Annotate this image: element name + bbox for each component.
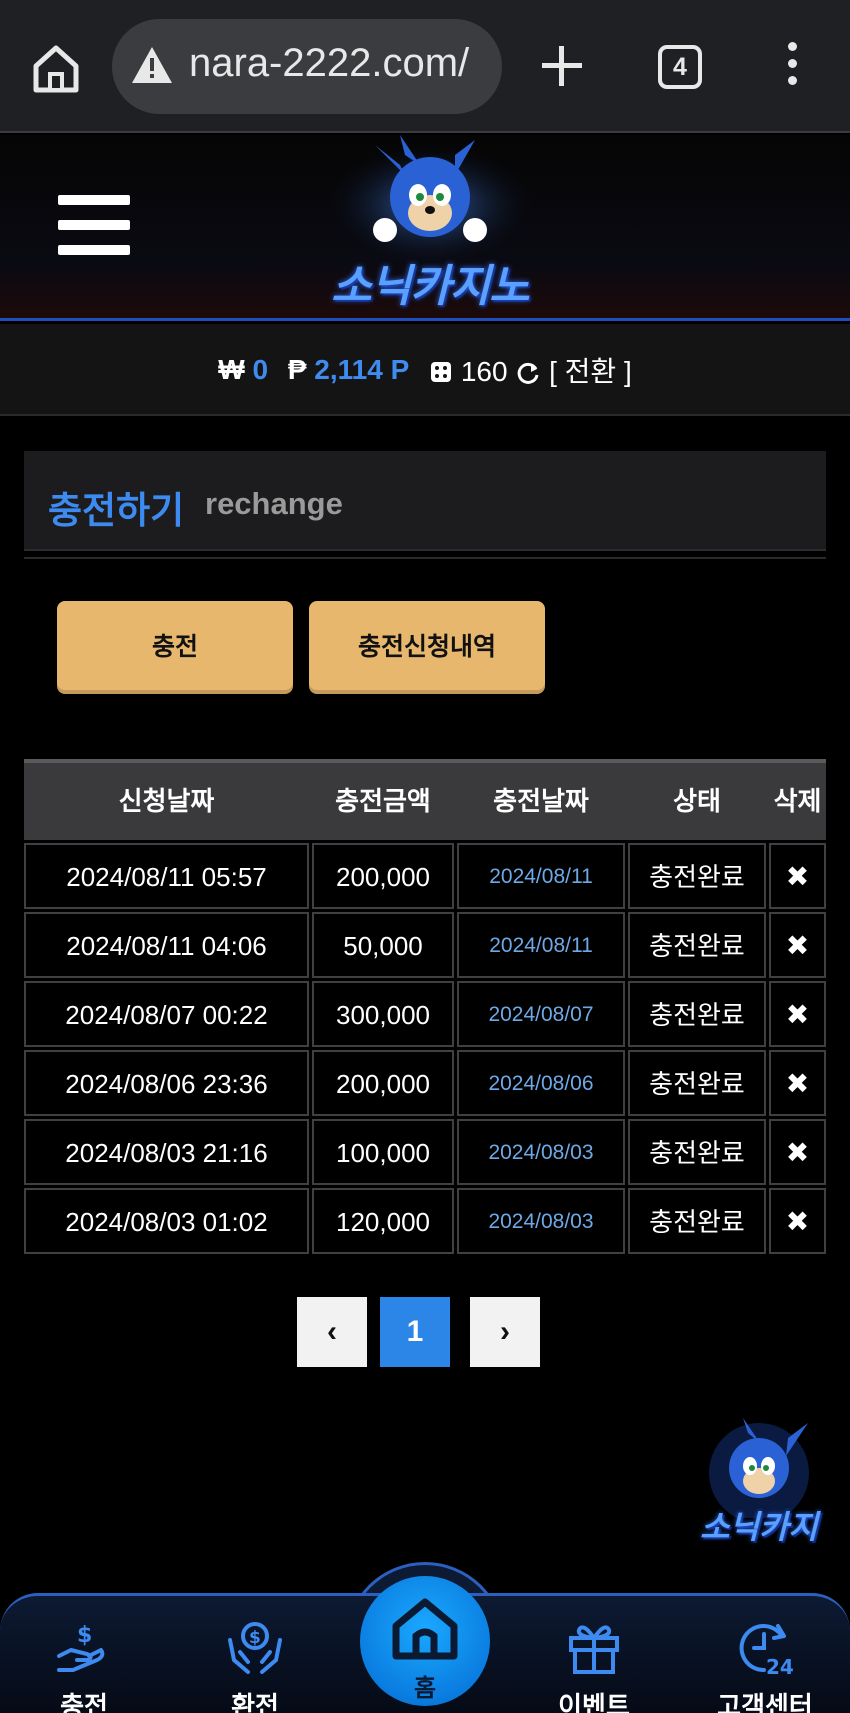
floating-logo-text: 소닉카지 <box>700 1509 818 1545</box>
nav-home[interactable]: 홈 <box>360 1576 490 1706</box>
header-charge-date: 충전날짜 <box>493 786 589 816</box>
cell-status: 충전완료 <box>628 912 766 978</box>
cell-charge-date: 2024/08/11 <box>457 843 625 909</box>
header-amount: 충전금액 <box>335 786 431 816</box>
site-header: 소닉카지노 <box>0 135 850 321</box>
new-tab-icon[interactable] <box>540 44 584 88</box>
delete-icon[interactable]: ✖ <box>769 843 826 909</box>
charge-history-table: 신청날짜 충전금액 충전날짜 상태 삭제 2024/08/11 05:57 20… <box>24 759 826 1254</box>
table-row: 2024/08/03 21:16 100,000 2024/08/03 충전완료… <box>24 1116 826 1185</box>
cell-request-date: 2024/08/11 04:06 <box>24 912 309 978</box>
cell-request-date: 2024/08/03 21:16 <box>24 1119 309 1185</box>
cell-amount: 200,000 <box>312 843 454 909</box>
won-value: 0 <box>252 354 269 385</box>
table-row: 2024/08/11 04:06 50,000 2024/08/11 충전완료 … <box>24 909 826 978</box>
table-header: 신청날짜 충전금액 충전날짜 상태 삭제 <box>24 759 826 840</box>
hands-money-icon: $ <box>228 1622 282 1674</box>
nav-support[interactable]: 24 고객센터 <box>695 1616 835 1713</box>
floating-logo-button[interactable]: 소닉카지 <box>688 1418 830 1558</box>
browser-toolbar: nara-2222.com/ 4 <box>0 0 850 133</box>
delete-icon[interactable]: ✖ <box>769 981 826 1047</box>
charge-history-button[interactable]: 충전신청내역 <box>309 601 545 694</box>
point-value: 2,114 P <box>314 354 410 385</box>
prev-page-button[interactable]: ‹ <box>297 1297 367 1367</box>
address-bar[interactable]: nara-2222.com/ <box>112 19 502 114</box>
cell-amount: 300,000 <box>312 981 454 1047</box>
header-delete: 삭제 <box>773 786 822 816</box>
svg-text:$: $ <box>249 1628 261 1648</box>
svg-text:$: $ <box>77 1623 92 1648</box>
nav-event[interactable]: 이벤트 <box>524 1616 664 1713</box>
table-row: 2024/08/03 01:02 120,000 2024/08/03 충전완료… <box>24 1185 826 1254</box>
cell-status: 충전완료 <box>628 981 766 1047</box>
cell-charge-date: 2024/08/03 <box>457 1119 625 1185</box>
cell-status: 충전완료 <box>628 1050 766 1116</box>
cell-status: 충전완료 <box>628 843 766 909</box>
divider <box>24 557 826 559</box>
cell-charge-date: 2024/08/03 <box>457 1188 625 1254</box>
charge-button[interactable]: 충전 <box>57 601 293 694</box>
cell-request-date: 2024/08/07 00:22 <box>24 981 309 1047</box>
cell-charge-date: 2024/08/07 <box>457 981 625 1047</box>
support-24-icon: 24 <box>739 1624 794 1678</box>
nav-home-label: 홈 <box>413 1675 437 1702</box>
table-row: 2024/08/06 23:36 200,000 2024/08/06 충전완료… <box>24 1047 826 1116</box>
convert-button[interactable]: [ 전환 ] <box>549 356 632 387</box>
hamburger-menu-icon[interactable] <box>58 195 130 257</box>
warning-icon[interactable] <box>130 45 174 85</box>
nav-event-label: 이벤트 <box>558 1691 630 1713</box>
cell-status: 충전완료 <box>628 1188 766 1254</box>
refresh-icon[interactable] <box>515 360 541 386</box>
dice-icon <box>431 362 452 382</box>
chip-balance: 160 [ 전환 ] <box>429 350 632 390</box>
point-symbol: ₱ <box>287 354 307 385</box>
cell-request-date: 2024/08/06 23:36 <box>24 1050 309 1116</box>
cell-status: 충전완료 <box>628 1119 766 1185</box>
delete-icon[interactable]: ✖ <box>769 1119 826 1185</box>
table-row: 2024/08/07 00:22 300,000 2024/08/07 충전완료… <box>24 978 826 1047</box>
svg-text:24: 24 <box>766 1655 794 1678</box>
cell-charge-date: 2024/08/06 <box>457 1050 625 1116</box>
cell-request-date: 2024/08/11 05:57 <box>24 843 309 909</box>
page-number-button[interactable]: 1 <box>380 1297 450 1367</box>
chip-value: 160 <box>460 356 508 387</box>
sonic-mascot-icon <box>320 135 540 270</box>
delete-icon[interactable]: ✖ <box>769 912 826 978</box>
home-icon[interactable] <box>28 40 84 96</box>
won-balance: ₩ 0 <box>218 354 268 386</box>
site-logo[interactable]: 소닉카지노 <box>305 135 555 315</box>
cell-amount: 50,000 <box>312 912 454 978</box>
url-text[interactable]: nara-2222.com/ <box>189 41 469 86</box>
hand-money-icon: $ <box>57 1623 105 1672</box>
cell-amount: 100,000 <box>312 1119 454 1185</box>
nav-exchange[interactable]: $ 환전 <box>185 1616 325 1713</box>
delete-icon[interactable]: ✖ <box>769 1050 826 1116</box>
next-page-button[interactable]: › <box>470 1297 540 1367</box>
browser-menu-icon[interactable] <box>780 42 804 92</box>
table-row: 2024/08/11 05:57 200,000 2024/08/11 충전완료… <box>24 840 826 909</box>
header-request-date: 신청날짜 <box>118 786 215 816</box>
balance-bar: ₩ 0 ₱ 2,114 P 160 [ 전환 ] <box>0 324 850 416</box>
cell-amount: 120,000 <box>312 1188 454 1254</box>
nav-support-label: 고객센터 <box>717 1691 813 1713</box>
section-title: 충전하기 <box>48 490 185 531</box>
cell-request-date: 2024/08/03 01:02 <box>24 1188 309 1254</box>
gift-icon <box>569 1625 619 1674</box>
cell-charge-date: 2024/08/11 <box>457 912 625 978</box>
section-subtitle: rechange <box>205 486 343 521</box>
nav-exchange-label: 환전 <box>231 1691 279 1713</box>
header-status: 상태 <box>673 786 721 816</box>
cell-amount: 200,000 <box>312 1050 454 1116</box>
section-header: 충전하기 rechange <box>24 451 826 551</box>
logo-text: 소닉카지노 <box>331 262 529 311</box>
nav-charge-label: 충전 <box>60 1691 108 1713</box>
won-symbol: ₩ <box>218 354 245 385</box>
nav-charge[interactable]: $ 충전 <box>14 1616 154 1713</box>
home-icon <box>392 1598 458 1660</box>
point-balance: ₱ 2,114 P <box>288 354 409 386</box>
delete-icon[interactable]: ✖ <box>769 1188 826 1254</box>
tab-switcher-button[interactable]: 4 <box>658 45 702 89</box>
